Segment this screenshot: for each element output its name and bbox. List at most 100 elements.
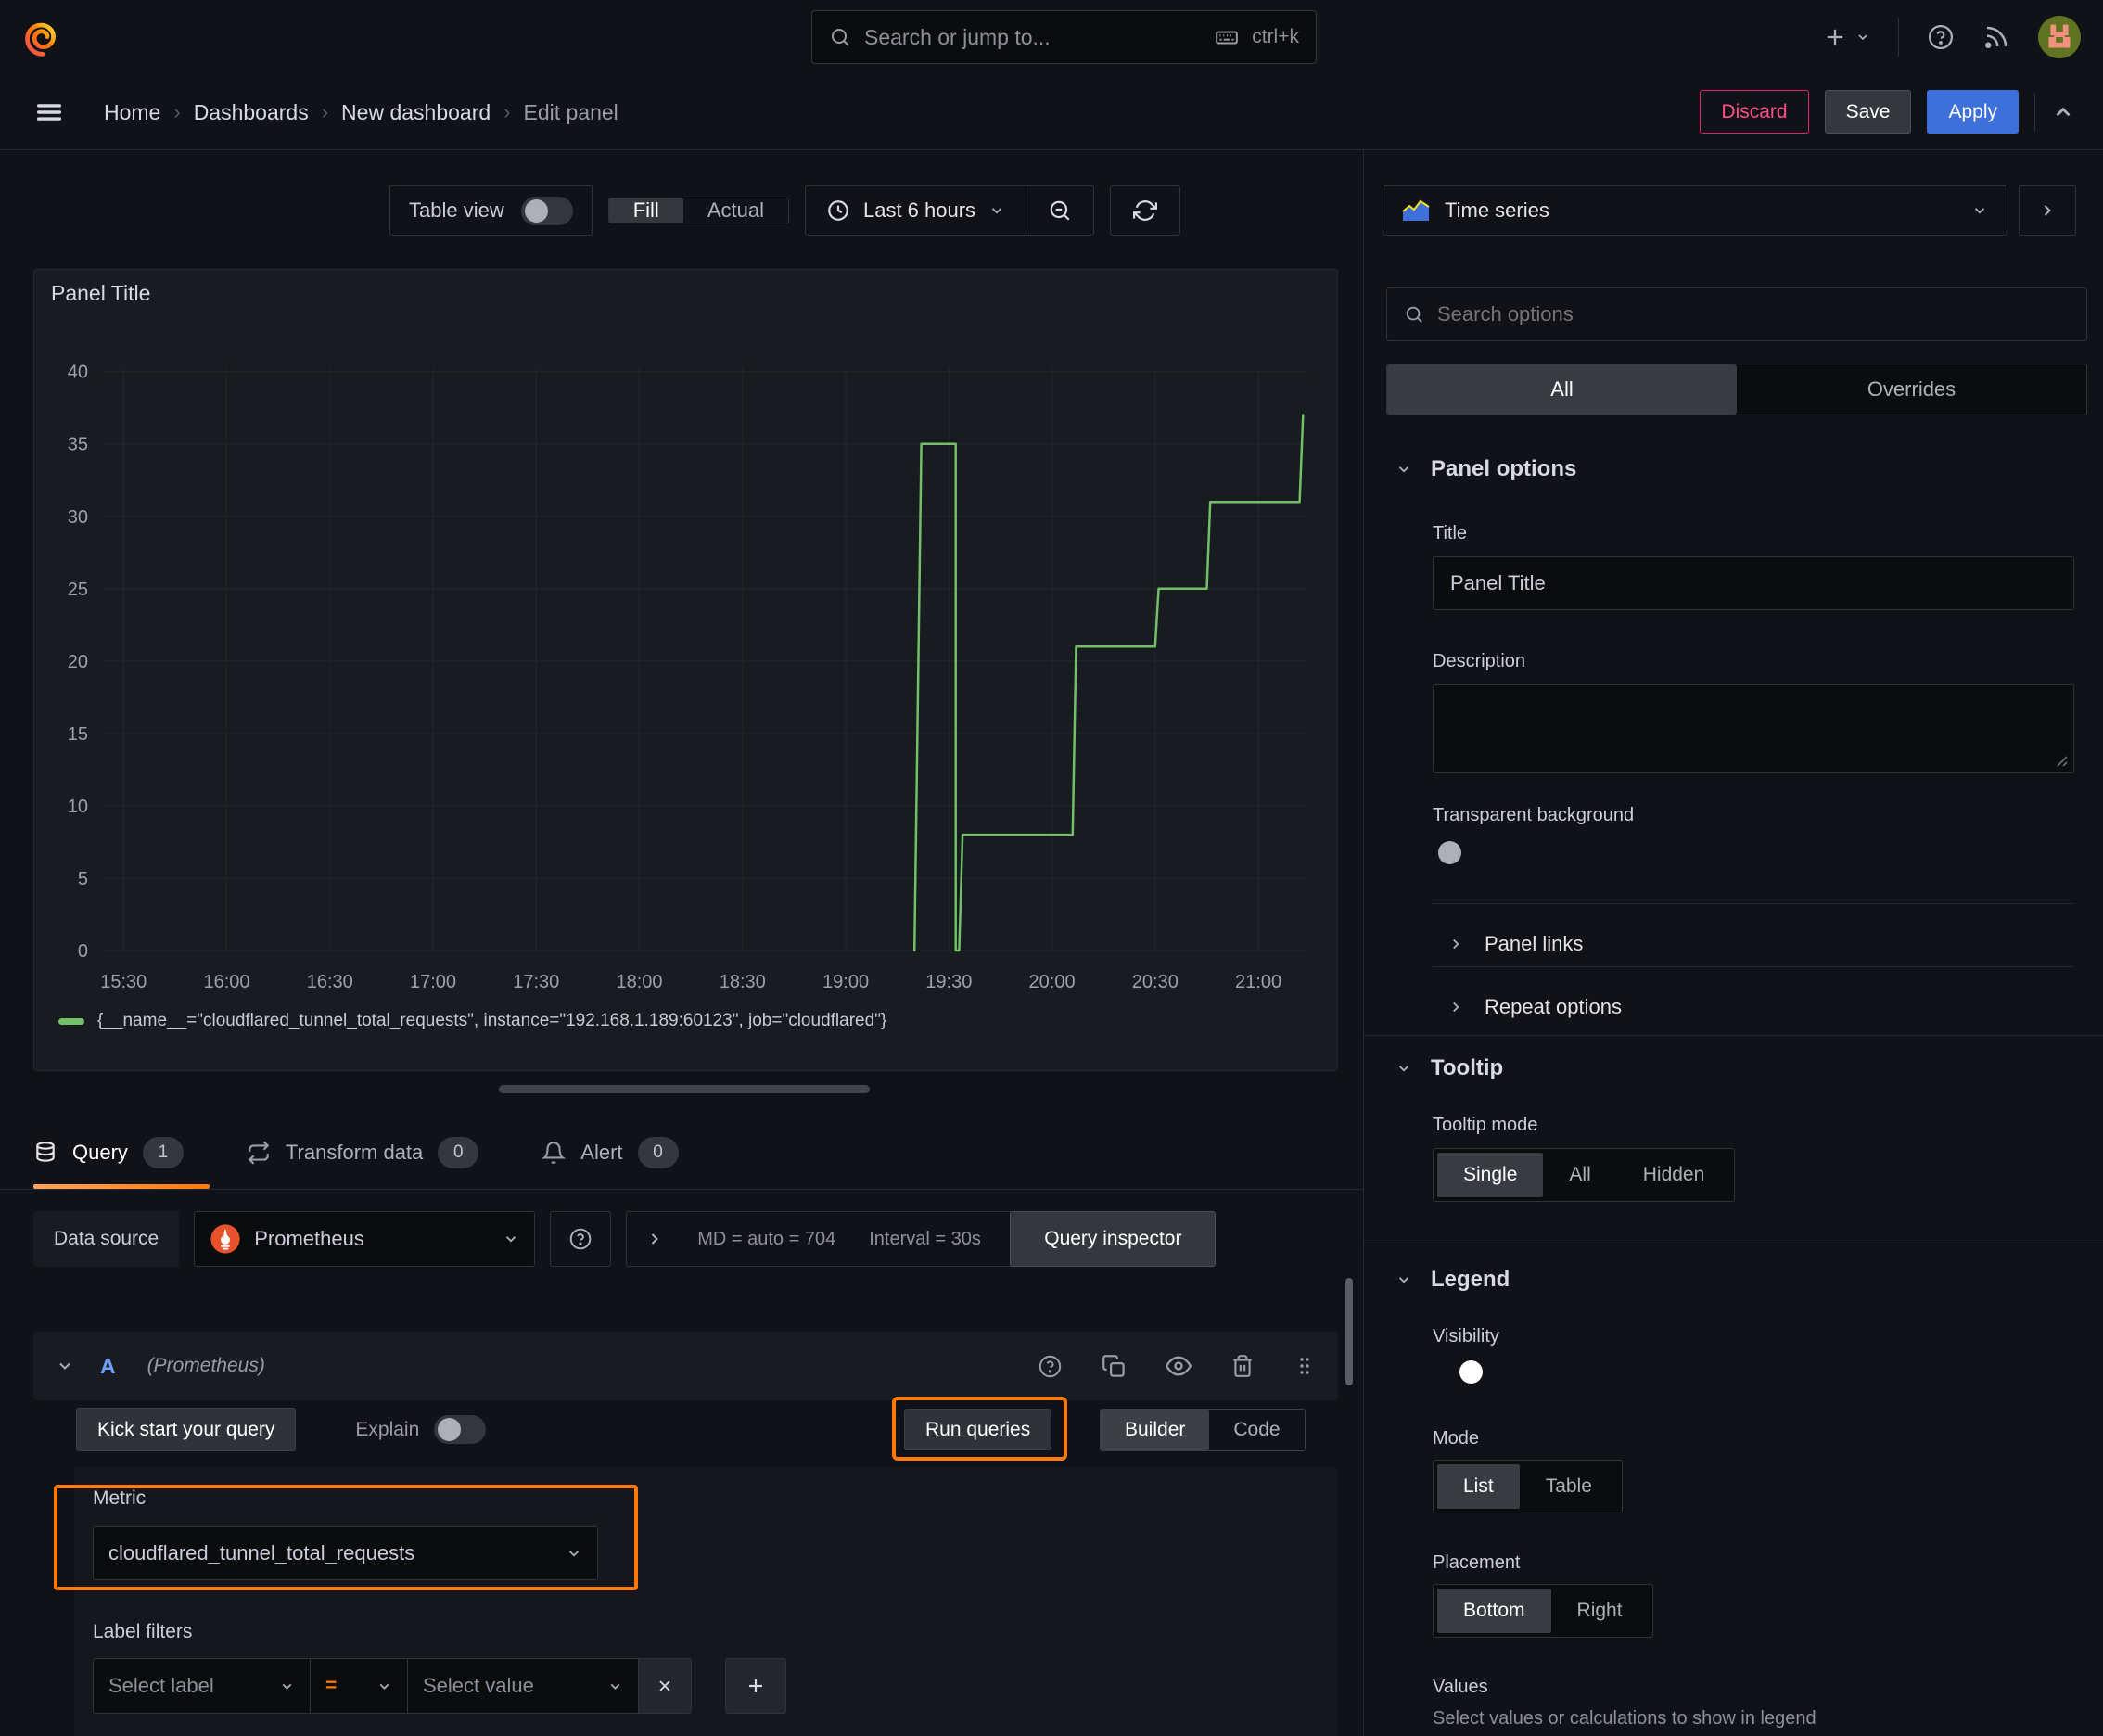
bell-icon [542,1141,567,1165]
duplicate-icon[interactable] [1102,1354,1127,1379]
help-circle-icon[interactable] [1038,1354,1063,1379]
hide-response-icon[interactable] [1166,1353,1192,1379]
repeat-options-section[interactable]: Repeat options [1447,987,1622,1028]
tab-transform-data[interactable]: Transform data 0 [247,1117,504,1189]
select-value-dropdown[interactable]: Select value [407,1658,639,1714]
tooltip-mode-all[interactable]: All [1543,1153,1616,1197]
tooltip-mode-hidden[interactable]: Hidden [1617,1153,1731,1197]
tab-alert-label: Alert [580,1141,623,1164]
refresh-button[interactable] [1110,185,1181,236]
zoom-out-icon[interactable] [1026,186,1093,235]
table-view-toggle[interactable] [520,196,573,225]
drag-handle-icon[interactable] [1294,1355,1316,1377]
plus-icon [745,1675,767,1697]
legend-mode-table[interactable]: Table [1520,1464,1618,1509]
chart-legend[interactable]: {__name__="cloudflared_tunnel_total_requ… [58,1011,886,1031]
panel-title[interactable]: Panel Title [51,281,150,306]
svg-text:16:30: 16:30 [307,972,353,992]
breadcrumb-separator: › [503,100,511,123]
time-range-picker[interactable]: Last 6 hours [806,186,1026,235]
panel-resize-handle[interactable] [499,1085,870,1093]
description-textarea[interactable] [1433,684,2074,773]
tab-query[interactable]: Query 1 [33,1117,210,1189]
tooltip-header[interactable]: Tooltip [1396,1055,1503,1081]
query-datasource-name: (Prometheus) [147,1355,265,1376]
legend-mode-group: List Table [1433,1460,1623,1513]
add-filter-button[interactable] [725,1658,786,1714]
options-search-input[interactable] [1437,302,2070,326]
query-options-row[interactable]: MD = auto = 704 Interval = 30s [626,1211,1052,1267]
datasource-value: Prometheus [254,1227,364,1250]
news-icon[interactable] [1982,23,2010,51]
tab-overrides[interactable]: Overrides [1737,364,2086,415]
operator-dropdown[interactable]: = [310,1658,408,1714]
max-data-points: MD = auto = 704 [697,1228,836,1249]
trash-icon[interactable] [1230,1354,1255,1378]
title-input[interactable] [1433,556,2074,610]
collapse-pane-button[interactable] [2019,185,2076,236]
panel-links-section[interactable]: Panel links [1447,924,1583,964]
tab-all[interactable]: All [1387,364,1737,415]
svg-text:18:30: 18:30 [720,972,766,992]
visualization-picker[interactable]: Time series [1383,185,2007,236]
search-icon [829,26,851,48]
legend-placement-bottom[interactable]: Bottom [1437,1589,1551,1633]
chevron-down-icon [607,1679,623,1694]
legend-header[interactable]: Legend [1396,1267,1510,1293]
legend-mode-label: Mode [1433,1428,1480,1449]
actions-divider [2034,92,2035,132]
discard-button[interactable]: Discard [1700,90,1809,134]
tab-alert[interactable]: Alert 0 [542,1117,704,1189]
svg-text:17:30: 17:30 [513,972,559,992]
svg-text:40: 40 [68,363,88,383]
collapse-options-icon[interactable] [2051,100,2075,124]
legend-placement-right[interactable]: Right [1551,1589,1649,1633]
actual-option[interactable]: Actual [683,198,788,223]
chevron-down-icon [566,1545,582,1562]
datasource-picker[interactable]: Prometheus [194,1211,536,1267]
search-input[interactable] [864,24,1203,50]
help-icon[interactable] [1927,23,1955,51]
tooltip-title: Tooltip [1431,1055,1504,1080]
apply-button[interactable]: Apply [1927,90,2019,134]
panel-options-title: Panel options [1431,456,1577,481]
datasource-label: Data source [33,1211,180,1267]
datasource-help-button[interactable] [550,1211,612,1267]
add-button[interactable] [1822,24,1870,50]
svg-text:15:30: 15:30 [100,972,147,992]
svg-text:15: 15 [68,724,88,745]
grafana-logo-icon[interactable] [22,17,63,57]
code-option[interactable]: Code [1209,1410,1304,1450]
fill-option[interactable]: Fill [608,198,683,223]
breadcrumb-dashboards[interactable]: Dashboards [194,100,309,125]
select-label-dropdown[interactable]: Select label [93,1658,311,1714]
run-queries-button[interactable]: Run queries [904,1409,1052,1450]
breadcrumb-home[interactable]: Home [104,100,160,125]
description-label: Description [1433,651,1526,671]
global-search[interactable]: ctrl+k [811,10,1317,64]
query-row-header[interactable]: A (Prometheus) [33,1332,1338,1400]
explain-toggle[interactable] [434,1415,487,1444]
legend-series-name[interactable]: {__name__="cloudflared_tunnel_total_requ… [97,1011,886,1031]
metric-select[interactable]: cloudflared_tunnel_total_requests [93,1526,598,1580]
breadcrumb-new-dashboard[interactable]: New dashboard [341,100,491,125]
svg-text:19:30: 19:30 [925,972,972,992]
breadcrumb-separator: › [321,100,329,123]
chevron-down-icon [1396,461,1412,478]
time-series-chart[interactable]: 0 5 10 15 20 25 30 35 40 15:30 16:00 16:30 17:00 17:3… [34,270,1337,1070]
query-inspector-button[interactable]: Query inspector [1010,1211,1217,1267]
options-search[interactable] [1386,287,2087,341]
legend-mode-list[interactable]: List [1437,1464,1520,1509]
kick-start-button[interactable]: Kick start your query [76,1408,297,1451]
save-button[interactable]: Save [1824,90,1912,134]
remove-filter-button[interactable] [638,1658,692,1714]
tooltip-mode-single[interactable]: Single [1437,1153,1544,1197]
scrollbar-thumb[interactable] [1345,1278,1353,1385]
svg-text:17:00: 17:00 [410,972,456,992]
avatar[interactable] [2038,16,2081,58]
menu-icon[interactable] [33,96,65,128]
grafana-edit-panel: ctrl+k Home › Dashboards [0,0,2103,1736]
panel-options-header[interactable]: Panel options [1396,456,1576,482]
chevron-down-icon[interactable] [56,1357,74,1375]
builder-option[interactable]: Builder [1101,1409,1210,1450]
